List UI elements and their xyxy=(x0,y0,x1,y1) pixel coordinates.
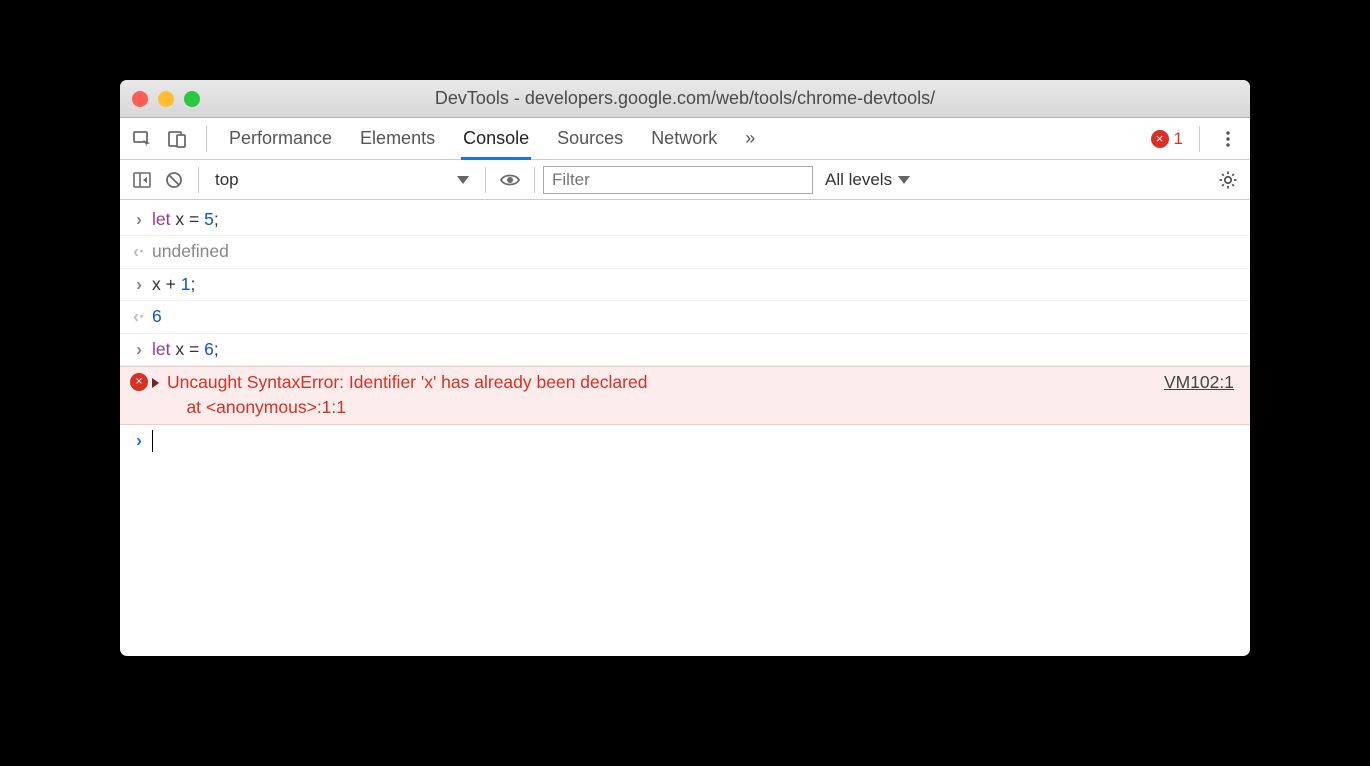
maximize-button[interactable] xyxy=(184,91,200,107)
main-toolbar: Performance Elements Console Sources Net… xyxy=(120,118,1250,160)
chevron-down-icon xyxy=(457,176,469,184)
tabs: Performance Elements Console Sources Net… xyxy=(219,118,1143,159)
chevron-down-icon xyxy=(898,176,910,184)
more-menu-icon[interactable] xyxy=(1212,123,1244,155)
separator xyxy=(206,126,207,152)
console-output-row: ‹· 6 xyxy=(120,301,1250,333)
log-level-value: All levels xyxy=(825,170,892,190)
minimize-button[interactable] xyxy=(158,91,174,107)
tab-console[interactable]: Console xyxy=(461,120,531,160)
tab-overflow[interactable]: » xyxy=(743,120,757,160)
input-chevron-icon: › xyxy=(130,272,148,297)
tab-performance[interactable]: Performance xyxy=(227,120,334,160)
context-selector-value: top xyxy=(215,170,239,190)
separator xyxy=(1199,126,1200,152)
console-toolbar: top All levels xyxy=(120,160,1250,200)
console-error-row[interactable]: × Uncaught SyntaxError: Identifier 'x' h… xyxy=(120,366,1250,425)
error-icon-symbol: × xyxy=(1156,131,1164,146)
error-message: Uncaught SyntaxError: Identifier 'x' has… xyxy=(163,370,1152,421)
context-selector[interactable]: top xyxy=(207,170,477,190)
console-input-text: let x = 6; xyxy=(148,337,1240,362)
titlebar: DevTools - developers.google.com/web/too… xyxy=(120,80,1250,118)
tab-sources[interactable]: Sources xyxy=(555,120,625,160)
output-chevron-icon: ‹· xyxy=(130,239,148,264)
clear-console-icon[interactable] xyxy=(158,164,190,196)
filter-input[interactable] xyxy=(543,166,813,194)
output-chevron-icon: ‹· xyxy=(130,304,148,329)
expand-triangle-icon[interactable] xyxy=(148,370,163,395)
console-input-text: let x = 5; xyxy=(148,207,1240,232)
console-input-row[interactable]: › let x = 6; xyxy=(120,334,1250,366)
console-prompt-input[interactable] xyxy=(148,428,1240,453)
error-source-link[interactable]: VM102:1 xyxy=(1164,370,1234,395)
tab-elements[interactable]: Elements xyxy=(358,120,437,160)
separator xyxy=(198,167,199,193)
prompt-chevron-icon: › xyxy=(130,428,148,453)
console-input-row[interactable]: › let x = 5; xyxy=(120,204,1250,236)
traffic-lights xyxy=(132,91,200,107)
show-sidebar-icon[interactable] xyxy=(126,164,158,196)
eye-icon[interactable] xyxy=(494,164,526,196)
error-icon: × xyxy=(130,373,148,391)
console-output-text: 6 xyxy=(148,304,1240,329)
separator xyxy=(485,167,486,193)
error-counter[interactable]: × 1 xyxy=(1147,129,1187,149)
separator xyxy=(534,167,535,193)
console-input-text: x + 1; xyxy=(148,272,1240,297)
console-output-row: ‹· undefined xyxy=(120,236,1250,268)
toggle-device-icon[interactable] xyxy=(162,123,194,155)
window-title: DevTools - developers.google.com/web/too… xyxy=(120,88,1250,109)
inspect-icon[interactable] xyxy=(126,123,158,155)
console-input-row[interactable]: › x + 1; xyxy=(120,269,1250,301)
log-level-selector[interactable]: All levels xyxy=(825,170,910,190)
gear-icon[interactable] xyxy=(1212,164,1244,196)
close-button[interactable] xyxy=(132,91,148,107)
console-output: › let x = 5; ‹· undefined › x + 1; ‹· 6 … xyxy=(120,200,1250,656)
error-icon: × xyxy=(1151,130,1169,148)
error-count-value: 1 xyxy=(1174,129,1183,149)
console-prompt[interactable]: › xyxy=(120,425,1250,456)
tab-network[interactable]: Network xyxy=(649,120,719,160)
input-chevron-icon: › xyxy=(130,207,148,232)
console-output-text: undefined xyxy=(148,239,1240,264)
input-chevron-icon: › xyxy=(130,337,148,362)
devtools-window: DevTools - developers.google.com/web/too… xyxy=(120,80,1250,656)
